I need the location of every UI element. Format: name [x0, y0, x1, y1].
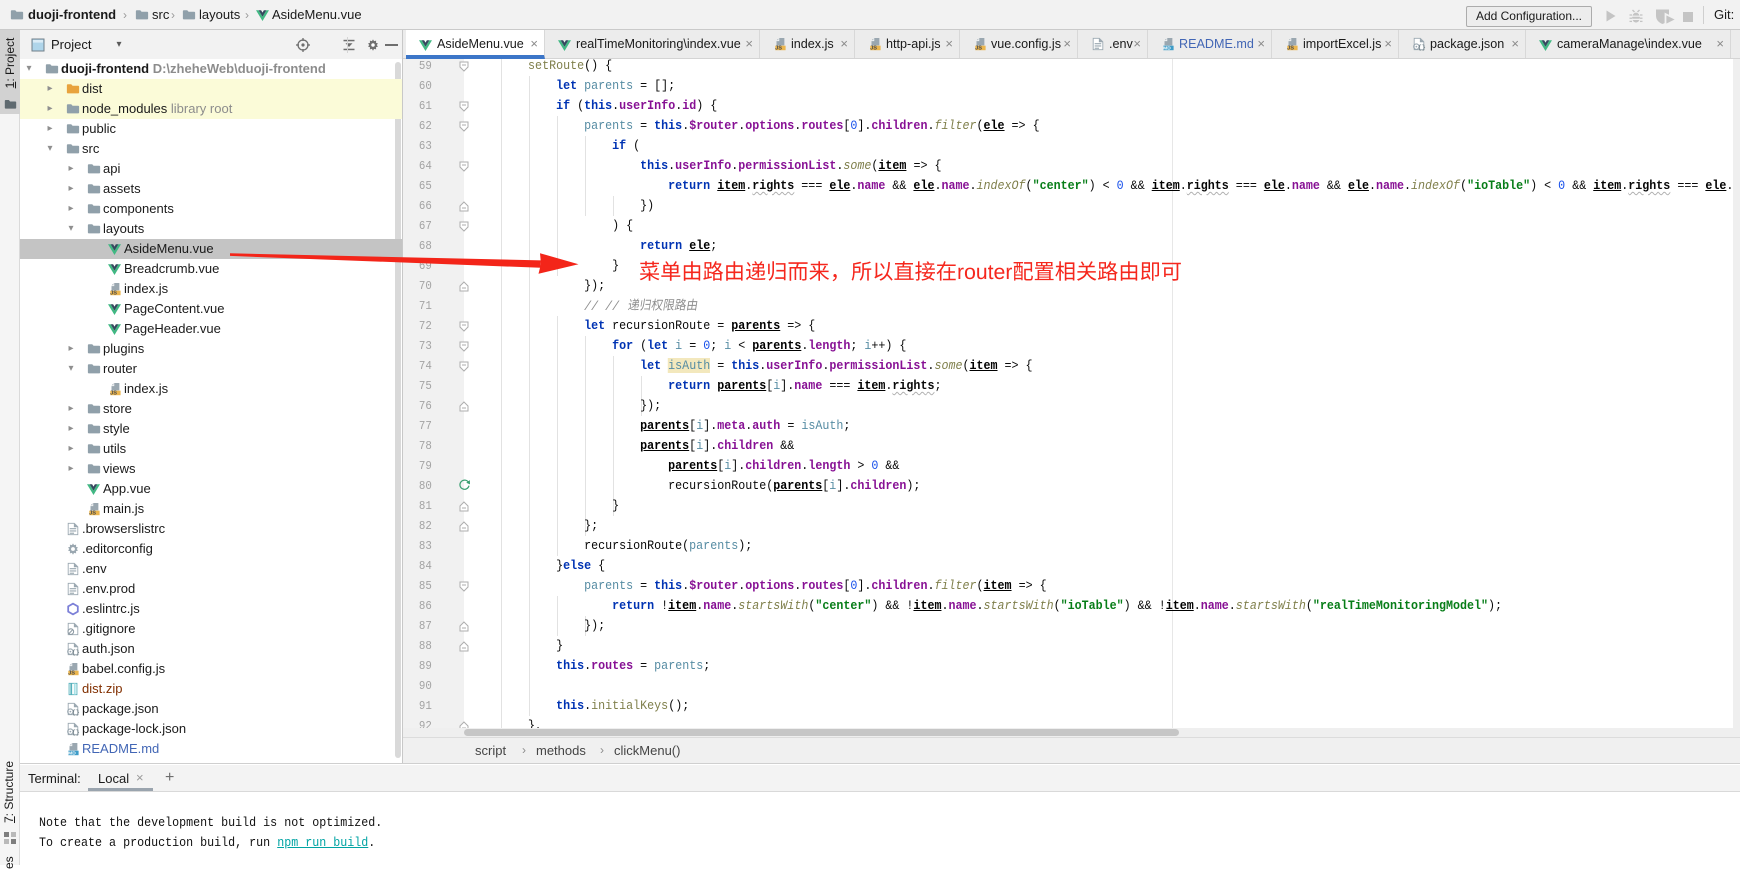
svg-text:JS: JS [975, 46, 982, 51]
svg-text:MD: MD [1163, 46, 1171, 51]
svg-text:JS: JS [870, 46, 877, 51]
svg-text:JS: JS [775, 46, 782, 51]
svg-text:JS: JS [1287, 46, 1294, 51]
svg-text:{}: {} [1418, 44, 1426, 51]
